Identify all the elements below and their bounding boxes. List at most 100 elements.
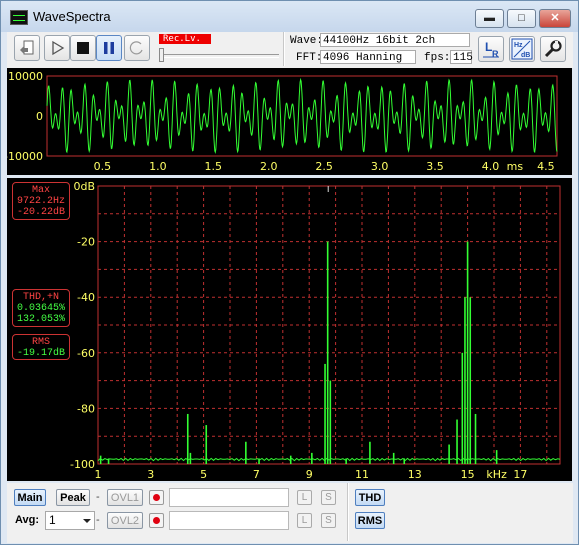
svg-text:dB: dB (521, 52, 530, 59)
pause-icon (104, 42, 114, 54)
ovl2-button[interactable]: OVL2 (107, 512, 143, 529)
minimize-button[interactable]: ▬ (475, 9, 504, 28)
spectrum-x-unit: kHz (486, 468, 507, 481)
toolbar: Rec.Lv. Wave: 44100Hz 16bit 2ch FFT: 409… (7, 32, 573, 68)
wave-x-tick-label: 4.0 (482, 160, 500, 173)
wave-x-tick-label: 1.5 (205, 160, 223, 173)
wave-x-tick-label: 1.0 (149, 160, 167, 173)
spectrum-x-tick-label: 15 (461, 468, 475, 481)
stop-icon (77, 42, 89, 54)
pause-button[interactable] (96, 35, 122, 61)
max-level: -20.22dB (16, 207, 65, 218)
max-title: Max (31, 185, 50, 196)
thd-title: THD,+N (22, 292, 59, 303)
main-window: WaveSpectra ▬ □ ✕ Rec.Lv. Wave: 44100Hz … (0, 0, 579, 545)
rms-title: RMS (31, 337, 50, 348)
fft-setting-value: 4096 Hanning (320, 50, 416, 64)
main-button[interactable]: Main (14, 489, 46, 506)
spectrum-y-tick-label: 0dB (73, 180, 95, 193)
spectrum-y-tick-label: -20 (77, 236, 95, 249)
spectrum-x-tick-label: 5 (200, 468, 207, 481)
waveform-chart: 10000 0 -10000 0.5 1.0 1.5 2.0 2.5 3.0 3.5 4.0 4.5 m… (4, 70, 558, 173)
spectrum-y-tick-label: -40 (77, 291, 95, 304)
svg-text:Hz: Hz (514, 42, 523, 49)
fps-label: fps: (424, 52, 451, 64)
fft-label: FFT: (296, 52, 323, 64)
lr-channel-button[interactable]: LR (478, 36, 504, 62)
thd-value-2: 132.053% (16, 314, 65, 325)
thd-readout: THD,+N 0.03645% 132.053% (12, 289, 70, 327)
ovl1-name-field[interactable] (169, 488, 289, 507)
rec-level-track (159, 54, 279, 58)
record-icon (129, 41, 143, 55)
wave-x-tick-label: 2.0 (260, 160, 278, 173)
spectrum-x-tick-label: 13 (408, 468, 422, 481)
stop-button[interactable] (70, 35, 96, 61)
record-button[interactable] (124, 35, 150, 61)
ovl2-dash: - (96, 514, 100, 526)
close-button[interactable]: ✕ (539, 9, 571, 28)
spectrum-y-tick-label: -100 (70, 458, 95, 471)
play-icon (52, 40, 65, 56)
open-file-icon (20, 40, 34, 55)
ovl2-record-button[interactable] (149, 513, 164, 528)
ovl1-record-button[interactable] (149, 490, 164, 505)
avg-value: 1 (49, 513, 56, 527)
spectrum-x-tick-label: 7 (253, 468, 260, 481)
bottom-controls: Main Peak - OVL1 L S Avg: 1 - OVL2 L S T… (7, 483, 573, 543)
thd-button[interactable]: THD (355, 489, 385, 506)
wave-y-tick-label: 10000 (8, 70, 43, 83)
spectrum-x-tick-label: 17 (513, 468, 527, 481)
window-title: WaveSpectra (33, 9, 111, 24)
max-frequency: 9722.2Hz (16, 196, 65, 207)
spectrum-y-tick-label: -80 (77, 402, 95, 415)
lr-channel-icon: LR (483, 40, 499, 59)
rms-readout: RMS -19.17dB (12, 334, 70, 360)
wave-x-tick-label: 3.0 (371, 160, 389, 173)
avg-label: Avg: (15, 514, 40, 526)
wave-x-tick-label: 3.5 (426, 160, 444, 173)
spectrum-x-tick-label: 11 (355, 468, 369, 481)
wave-x-unit: ms (507, 160, 524, 173)
peak-button[interactable]: Peak (56, 489, 90, 506)
open-file-button[interactable] (14, 35, 40, 61)
avg-select[interactable]: 1 (45, 511, 95, 530)
rec-level-indicator: Rec.Lv. (159, 34, 211, 44)
app-icon (10, 10, 28, 25)
rms-value: -19.17dB (16, 348, 65, 359)
spectrum-x-tick-label: 9 (306, 468, 313, 481)
wave-format-value: 44100Hz 16bit 2ch (320, 33, 470, 47)
ovl1-save-button[interactable]: S (321, 490, 336, 505)
ovl2-load-button[interactable]: L (297, 513, 312, 528)
spectrum-y-tick-label: -60 (77, 347, 95, 360)
wave-x-tick-label: 4.5 (537, 160, 555, 173)
wave-x-tick-label: 0.5 (94, 160, 112, 173)
hz-db-icon: Hz dB (511, 38, 533, 60)
hz-db-button[interactable]: Hz dB (509, 36, 535, 62)
ovl1-dash: - (96, 491, 100, 503)
play-button[interactable] (44, 35, 70, 61)
rec-level-slider[interactable] (159, 48, 164, 62)
waveform-panel: 10000 0 -10000 0.5 1.0 1.5 2.0 2.5 3.0 3.5 4.0 4.5 m… (4, 68, 572, 175)
rms-button[interactable]: RMS (355, 512, 385, 529)
divider (283, 32, 285, 66)
waveform-trace (46, 77, 558, 155)
wave-y-tick-label: -10000 (7, 150, 43, 163)
settings-wrench-icon (544, 40, 562, 58)
spectrum-chart: 0dB-20-40-60-80-1001 3 5 7 9 11 13 15 17kHz (70, 180, 561, 481)
settings-button[interactable] (540, 36, 566, 62)
ovl2-save-button[interactable]: S (321, 513, 336, 528)
title-bar: WaveSpectra ▬ □ ✕ (1, 1, 578, 32)
ovl2-name-field[interactable] (169, 511, 289, 530)
wave-label: Wave: (290, 35, 324, 47)
chevron-down-icon (83, 519, 91, 523)
ovl1-load-button[interactable]: L (297, 490, 312, 505)
wave-x-tick-label: 2.5 (315, 160, 333, 173)
divider (347, 483, 349, 541)
maximize-button[interactable]: □ (507, 9, 536, 28)
max-readout: Max 9722.2Hz -20.22dB (12, 182, 70, 220)
spectrum-x-tick-label: 1 (95, 468, 102, 481)
fps-value: 115 (450, 50, 473, 64)
spectrum-noise-floor (97, 457, 561, 462)
ovl1-button[interactable]: OVL1 (107, 489, 143, 506)
